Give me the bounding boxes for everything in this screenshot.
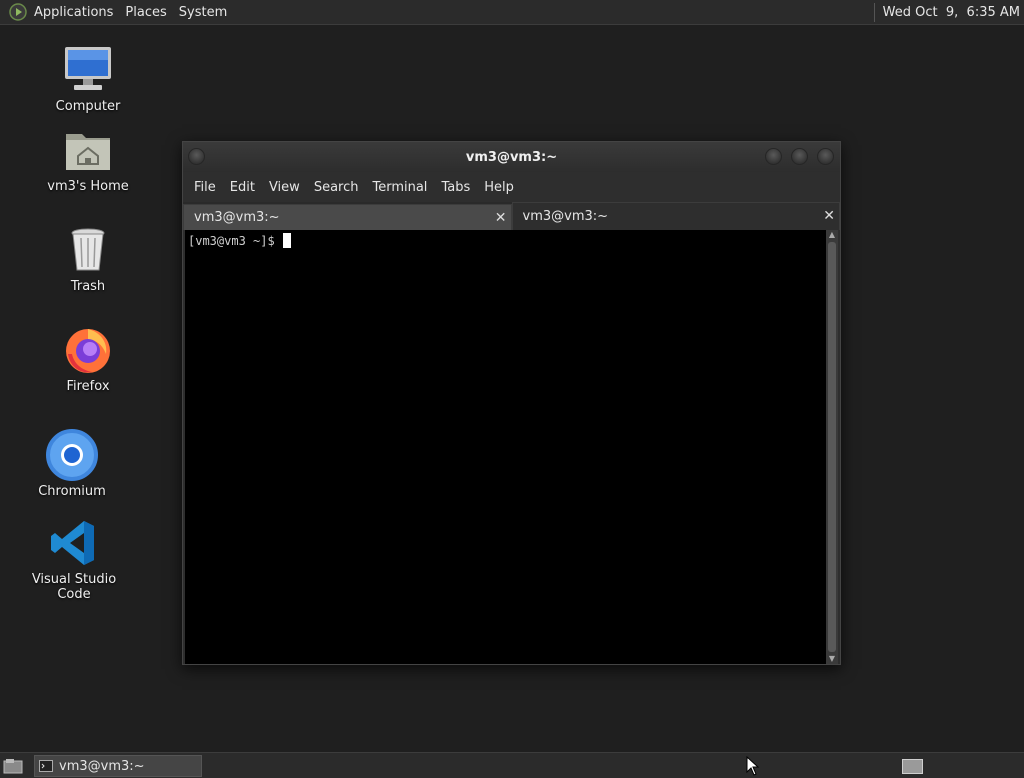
taskbar-label: vm3@vm3:~	[59, 758, 145, 774]
panel-separator	[873, 3, 875, 22]
vscode-icon	[48, 517, 100, 569]
trash-icon	[62, 224, 114, 276]
clock[interactable]: Wed Oct 9, 6:35 AM	[883, 5, 1024, 20]
menu-file[interactable]: File	[187, 180, 223, 195]
terminal-scrollbar[interactable]: ▲ ▼	[826, 230, 838, 664]
top-panel: Applications Places System Wed Oct 9, 6:…	[0, 0, 1024, 25]
terminal-icon	[39, 760, 53, 772]
menu-edit[interactable]: Edit	[223, 180, 262, 195]
menu-tabs[interactable]: Tabs	[434, 180, 477, 195]
applications-logo-icon[interactable]	[9, 3, 27, 21]
desktop-icon-label: Chromium	[38, 484, 106, 499]
desktop-icon-computer[interactable]: Computer	[28, 44, 148, 114]
close-window-button[interactable]	[817, 148, 834, 165]
computer-icon	[62, 44, 114, 96]
desktop-icon-vscode[interactable]: Visual Studio Code	[14, 517, 134, 602]
clock-area: Wed Oct 9, 6:35 AM	[873, 0, 1024, 25]
window-title: vm3@vm3:~	[465, 149, 558, 165]
scroll-thumb[interactable]	[828, 242, 836, 652]
tab-label: vm3@vm3:~	[194, 210, 280, 225]
menu-help[interactable]: Help	[477, 180, 521, 195]
home-folder-icon	[62, 124, 114, 176]
shell-prompt: [vm3@vm3 ~]$	[188, 233, 275, 248]
maximize-button[interactable]	[791, 148, 808, 165]
terminal-window[interactable]: vm3@vm3:~ File Edit View Search Terminal…	[182, 141, 841, 665]
terminal-menubar: File Edit View Search Terminal Tabs Help	[183, 172, 840, 202]
menu-search[interactable]: Search	[307, 180, 366, 195]
menu-system[interactable]: System	[173, 0, 233, 24]
desktop-icon-label: Computer	[55, 99, 121, 114]
chromium-icon	[46, 429, 98, 481]
show-desktop-icon[interactable]	[3, 758, 23, 774]
menu-applications[interactable]: Applications	[28, 0, 119, 24]
scroll-up-icon[interactable]: ▲	[826, 230, 838, 240]
taskbar-terminal-button[interactable]: vm3@vm3:~	[34, 755, 202, 777]
text-cursor	[282, 233, 291, 248]
minimize-button[interactable]	[765, 148, 782, 165]
bottom-panel: vm3@vm3:~	[0, 752, 1024, 778]
desktop-icon-trash[interactable]: Trash	[28, 224, 148, 294]
mouse-pointer-icon	[746, 756, 760, 776]
tab-label: vm3@vm3:~	[522, 209, 609, 224]
window-titlebar[interactable]: vm3@vm3:~	[183, 142, 840, 172]
terminal-tabs: vm3@vm3:~ ✕ vm3@vm3:~ ✕	[183, 202, 840, 230]
workspace-switcher[interactable]	[902, 759, 923, 774]
menu-view[interactable]: View	[262, 180, 307, 195]
desktop-icon-firefox[interactable]: Firefox	[28, 324, 148, 394]
terminal-tab-2[interactable]: vm3@vm3:~ ✕	[511, 202, 840, 230]
desktop-icon-label: vm3's Home	[47, 179, 129, 194]
menu-places[interactable]: Places	[119, 0, 172, 24]
window-menu-button[interactable]	[188, 148, 205, 165]
prompt-line: [vm3@vm3 ~]$	[188, 233, 291, 248]
terminal-tab-1[interactable]: vm3@vm3:~ ✕	[183, 204, 512, 230]
terminal-output[interactable]: [vm3@vm3 ~]$ ▲ ▼	[185, 230, 838, 664]
desktop-icon-chromium[interactable]: Chromium	[12, 429, 132, 499]
desktop-icon-label: Firefox	[66, 379, 110, 394]
firefox-icon	[62, 324, 114, 376]
scroll-down-icon[interactable]: ▼	[826, 654, 838, 664]
close-tab-icon[interactable]: ✕	[823, 208, 835, 224]
desktop-icon-label: Visual Studio Code	[31, 572, 117, 602]
menu-terminal[interactable]: Terminal	[365, 180, 434, 195]
desktop-icon-label: Trash	[70, 279, 106, 294]
top-menu: Applications Places System	[0, 0, 233, 24]
desktop-icon-home[interactable]: vm3's Home	[28, 124, 148, 194]
close-tab-icon[interactable]: ✕	[495, 210, 507, 226]
